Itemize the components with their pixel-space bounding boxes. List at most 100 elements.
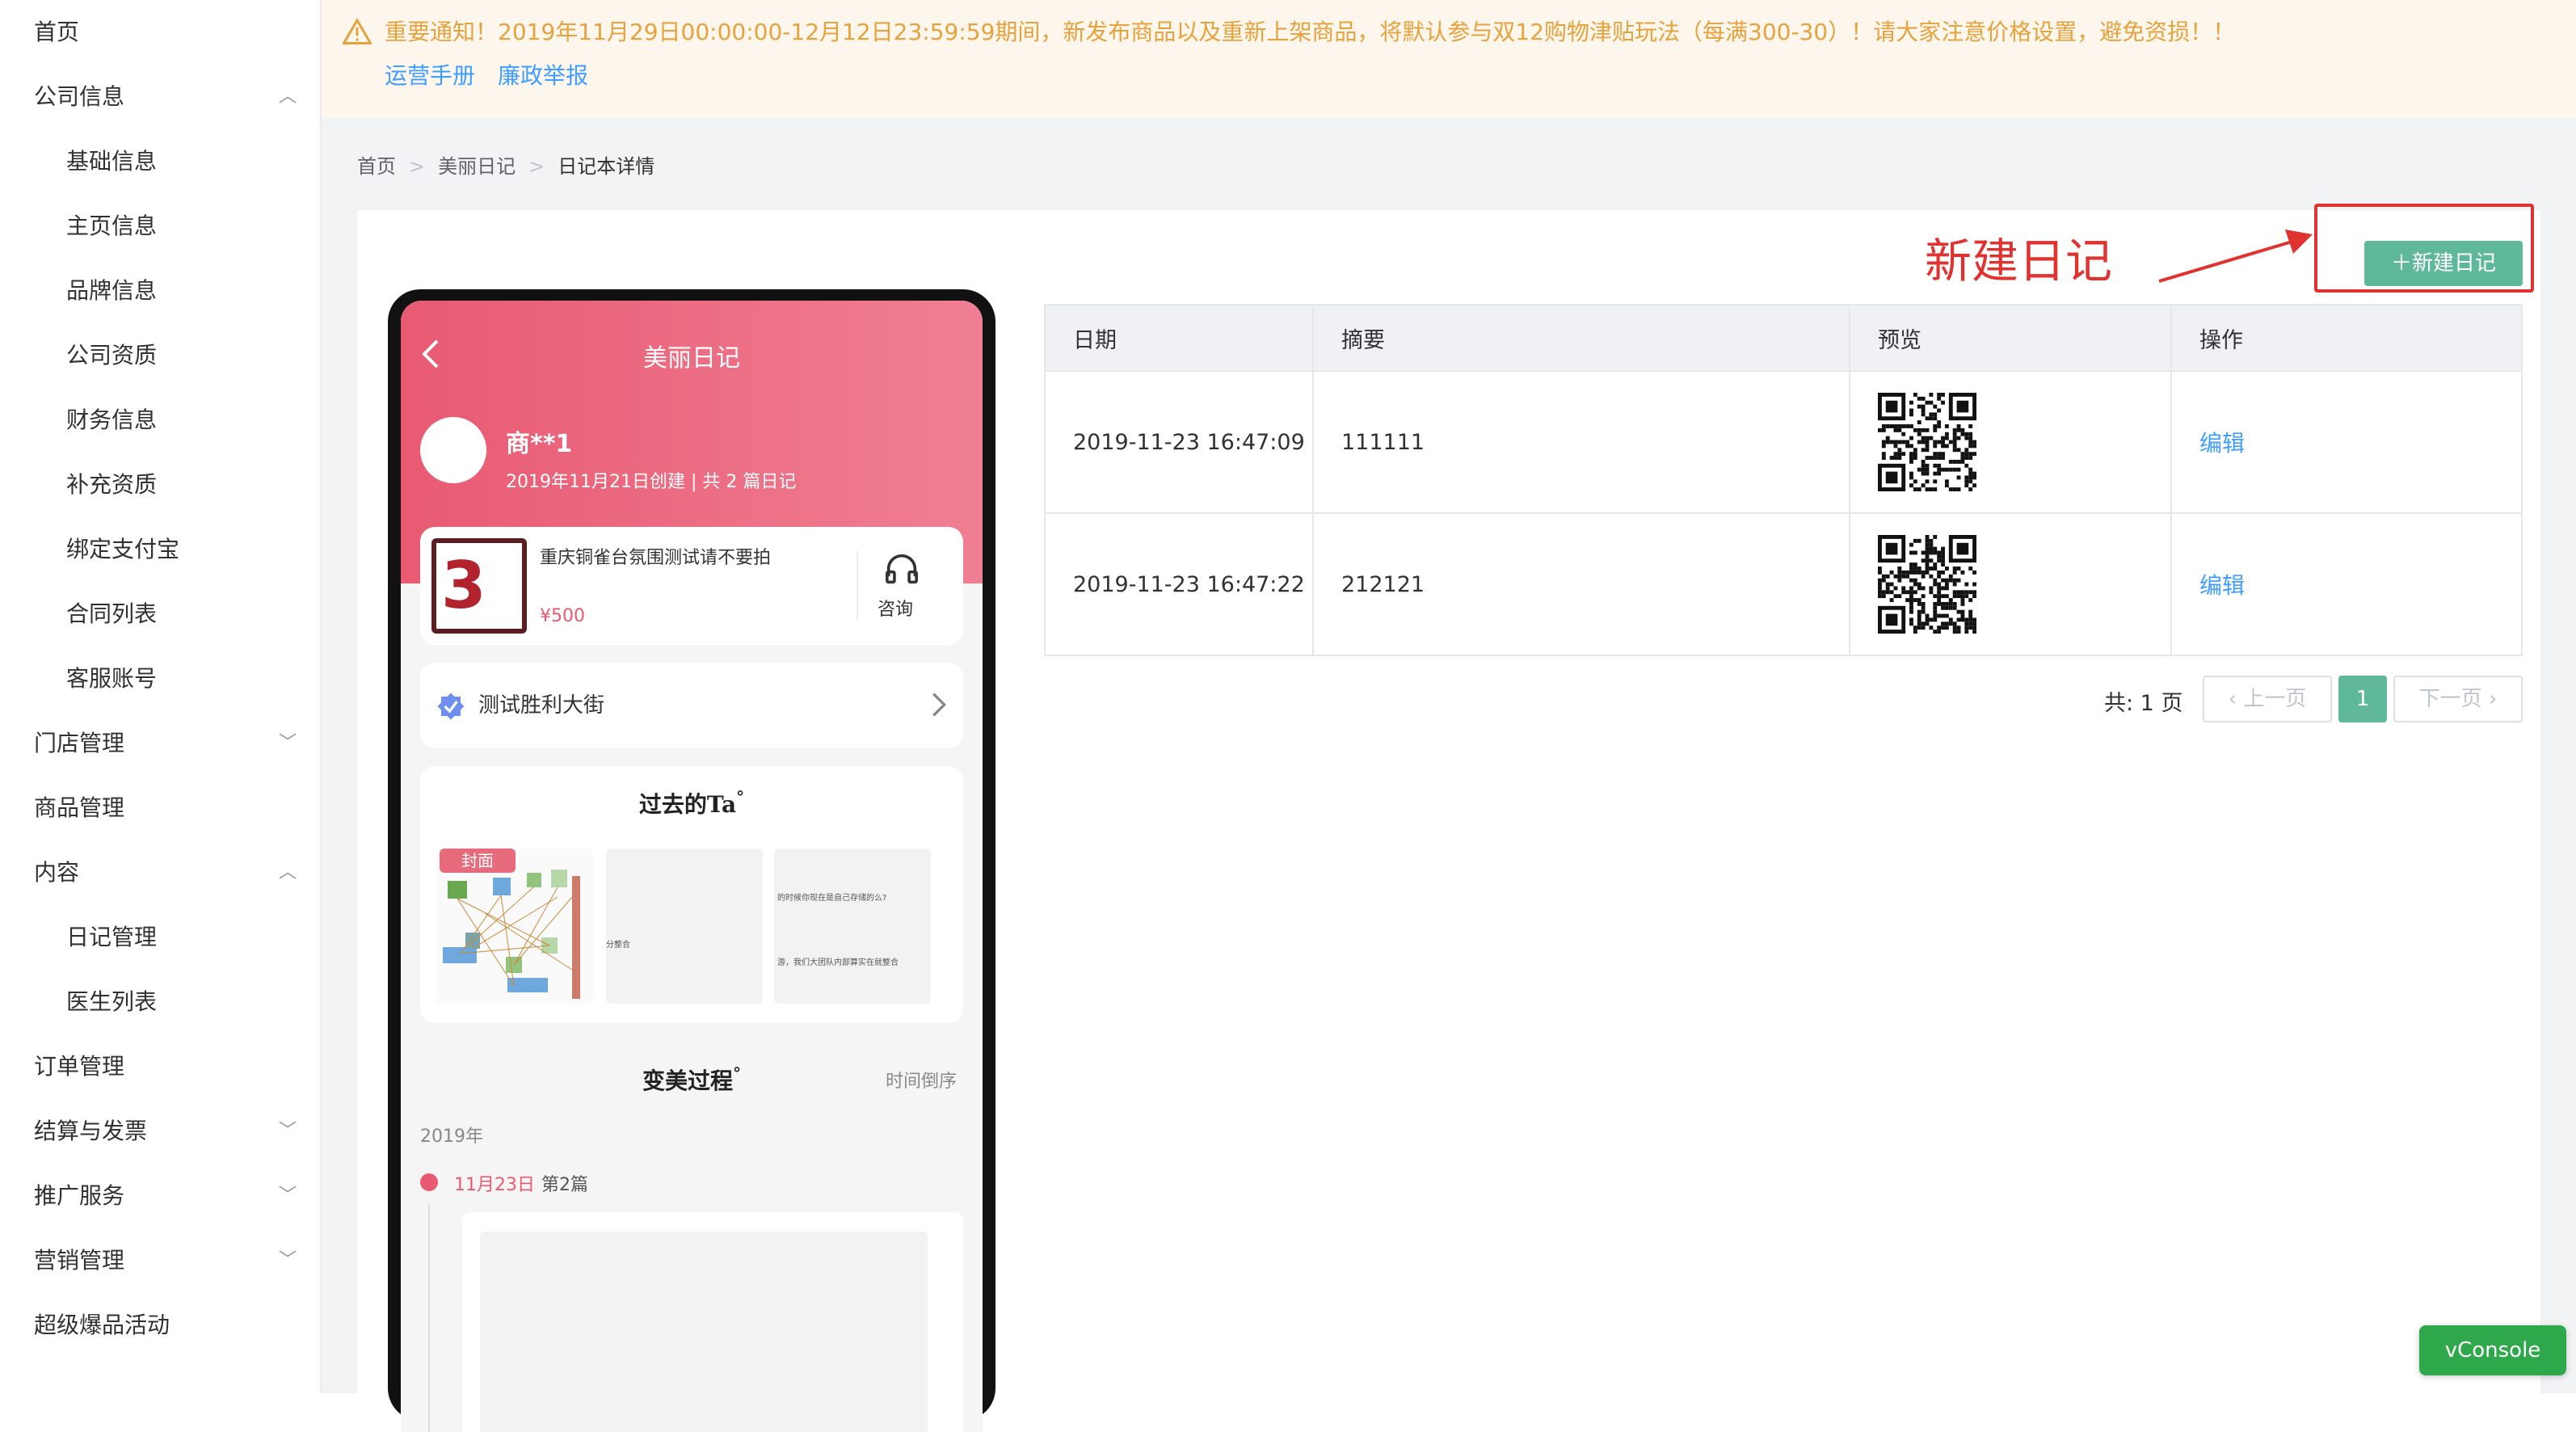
sidebar-item[interactable]: 订单管理: [0, 1034, 320, 1099]
sidebar-item[interactable]: 内容 ︿: [0, 840, 320, 905]
edit-link[interactable]: 编辑: [2199, 572, 2245, 599]
phone-preview: 美丽日记 商**1 2019年11月21日创建 | 共 2 篇日记 3期 重庆铜…: [388, 289, 995, 1432]
year-label: 2019年: [420, 1127, 483, 1147]
operations-manual-link[interactable]: 运营手册: [385, 58, 475, 91]
sidebar-item-label: 首页: [34, 19, 80, 45]
row-summary: 111111: [1312, 370, 1850, 514]
page-number-button[interactable]: 1: [2338, 676, 2387, 722]
edit-link[interactable]: 编辑: [2199, 430, 2245, 457]
product-name: 重庆铜雀台氛围测试请不要拍: [540, 548, 772, 568]
thumbnail-caption: 分整合: [606, 941, 630, 950]
breadcrumb-home[interactable]: 首页: [357, 150, 396, 179]
chevron-down-icon: ﹀: [278, 1186, 297, 1206]
change-title-text: 变美过程: [642, 1068, 733, 1094]
product-image-text: 3期: [436, 543, 522, 629]
cover-tag: 封面: [440, 849, 516, 873]
past-thumbnail[interactable]: 分整合: [606, 849, 763, 1004]
qr-code-icon[interactable]: [1878, 393, 1976, 491]
prev-page-label: 上一页: [2243, 687, 2307, 711]
sidebar-item-label: 商品管理: [34, 794, 125, 821]
new-diary-label: 新建日记: [2412, 251, 2497, 276]
row-date: 2019-11-23 16:47:22: [1044, 512, 1314, 656]
breadcrumb: 首页 > 美丽日记 > 日记本详情: [357, 150, 655, 179]
sidebar-item[interactable]: 公司信息 ︿: [0, 65, 320, 129]
new-diary-button[interactable]: ＋新建日记: [2364, 241, 2523, 286]
thumbnail-caption: 的时候你现在是自己存储的么?: [777, 894, 887, 903]
timeline-line: [428, 1204, 430, 1432]
sidebar-item[interactable]: 合同列表: [0, 582, 320, 647]
action-cell: 编辑: [2170, 512, 2523, 656]
sidebar-item[interactable]: 超级爆品活动: [0, 1293, 320, 1358]
sidebar-item[interactable]: 商品管理: [0, 776, 320, 840]
sidebar-item-label: 医生列表: [66, 988, 158, 1015]
thumbnail-caption: 游，我们大团队内部算实在就整合: [777, 958, 899, 967]
chevron-up-icon: ︿: [278, 862, 297, 882]
location-name: 测试胜利大街: [478, 693, 605, 718]
product-price: ¥500: [540, 606, 585, 626]
sidebar-item-label: 内容: [34, 859, 80, 886]
chevron-down-icon: ﹀: [278, 733, 297, 753]
consult-button[interactable]: 咨询: [878, 595, 913, 621]
plus-icon: ＋: [2390, 251, 2412, 276]
past-title: 过去的Ta°: [420, 787, 963, 819]
sidebar-item[interactable]: 门店管理 ﹀: [0, 711, 320, 776]
sidebar-item[interactable]: 绑定支付宝: [0, 517, 320, 582]
breadcrumb-parent[interactable]: 美丽日记: [438, 150, 516, 179]
degree-mark: °: [736, 787, 745, 807]
report-link[interactable]: 廉政举报: [498, 58, 588, 91]
past-thumbnail[interactable]: 的时候你现在是自己存储的么? 游，我们大团队内部算实在就整合: [774, 849, 931, 1004]
next-page-button[interactable]: 下一页 ›: [2393, 676, 2523, 722]
breadcrumb-separator: >: [528, 155, 545, 178]
entry-image: [480, 1232, 928, 1432]
table-row: 2019-11-23 16:47:22 212121 编辑: [1044, 512, 2523, 656]
table-row: 2019-11-23 16:47:09 111111 编辑: [1044, 370, 2523, 514]
sidebar-item[interactable]: 客服账号: [0, 647, 320, 711]
avatar: [420, 417, 486, 483]
sidebar-item[interactable]: 推广服务 ﹀: [0, 1164, 320, 1228]
sidebar-item[interactable]: 日记管理: [0, 905, 320, 970]
entry-date: 11月23日: [454, 1175, 535, 1195]
vconsole-button[interactable]: vConsole: [2419, 1325, 2566, 1375]
sidebar-item[interactable]: 补充资质: [0, 453, 320, 517]
sort-order-toggle[interactable]: 时间倒序: [886, 1067, 957, 1093]
sidebar-item-label: 推广服务: [34, 1182, 125, 1209]
preview-cell: [1849, 370, 2172, 514]
sidebar-item-label: 财务信息: [66, 406, 158, 433]
headset-icon: [886, 554, 918, 584]
action-cell: 编辑: [2170, 370, 2523, 514]
sidebar-item-label: 日记管理: [66, 924, 158, 950]
column-header-summary: 摘要: [1312, 304, 1850, 372]
annotation-label: 新建日记: [1912, 233, 2125, 289]
sidebar-item-label: 公司信息: [34, 83, 125, 110]
chevron-down-icon: ﹀: [278, 1121, 297, 1141]
prev-page-button[interactable]: ‹ 上一页: [2203, 676, 2332, 722]
table-header-row: 日期 摘要 预览 操作: [1044, 304, 2523, 372]
sidebar-item[interactable]: 基础信息: [0, 129, 320, 194]
notice-banner: 重要通知！2019年11月29日00:00:00-12月12日23:59:59期…: [322, 0, 2576, 118]
sidebar-item-label: 结算与发票: [34, 1118, 148, 1144]
diary-table: 日期 摘要 预览 操作 2019-11-23 16:47:09 111111 编…: [1044, 304, 2523, 656]
past-section: 过去的Ta° 封面 分整合 的时候你现在是自己存储的么? 游，我们大团队内部算实…: [420, 766, 963, 1023]
sidebar-item[interactable]: 财务信息: [0, 388, 320, 453]
sidebar-item[interactable]: 医生列表: [0, 970, 320, 1034]
sidebar-item[interactable]: 营销管理 ﹀: [0, 1228, 320, 1293]
past-title-text: 过去的Ta: [638, 791, 737, 818]
column-header-action: 操作: [2170, 304, 2523, 372]
breadcrumb-current: 日记本详情: [558, 155, 655, 178]
entry-card[interactable]: [462, 1212, 963, 1432]
change-section: 变美过程° 时间倒序 2019年 11月23日 第2篇: [401, 1042, 983, 1432]
qr-code-icon[interactable]: [1878, 535, 1976, 634]
sidebar-item-label: 公司资质: [66, 342, 158, 369]
sidebar-item[interactable]: 结算与发票 ﹀: [0, 1099, 320, 1164]
location-row[interactable]: 测试胜利大街: [420, 663, 963, 748]
column-header-preview: 预览: [1849, 304, 2172, 372]
sidebar-item[interactable]: 主页信息: [0, 194, 320, 259]
sidebar-item[interactable]: 品牌信息: [0, 259, 320, 323]
sidebar-item[interactable]: 首页: [0, 0, 320, 65]
row-date: 2019-11-23 16:47:09: [1044, 370, 1314, 514]
sidebar-item-label: 订单管理: [34, 1053, 125, 1080]
chevron-left-icon: ‹: [2228, 687, 2244, 711]
breadcrumb-separator: >: [409, 155, 426, 178]
product-card[interactable]: 3期 重庆铜雀台氛围测试请不要拍 ¥500 咨询: [420, 527, 963, 645]
sidebar-item[interactable]: 公司资质: [0, 323, 320, 388]
